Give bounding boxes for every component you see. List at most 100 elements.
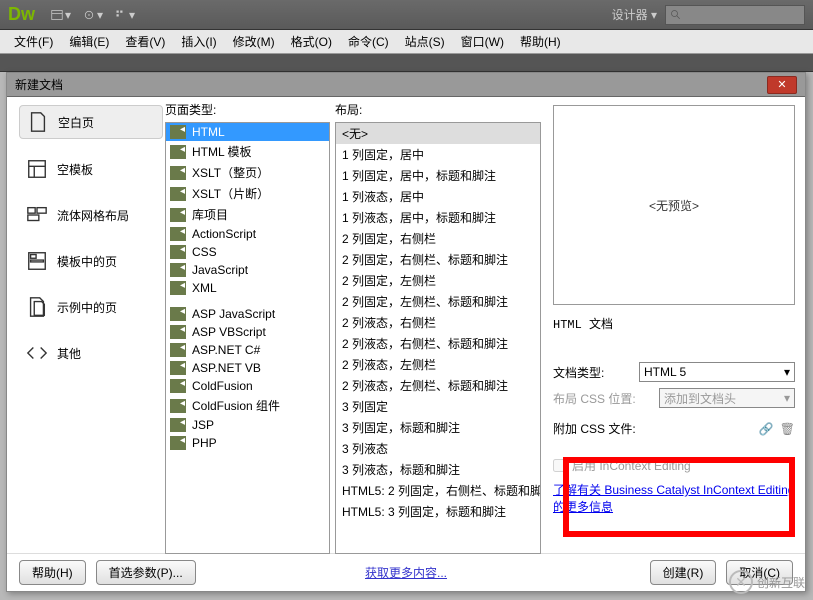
layout-icon[interactable]: ▾ — [51, 5, 71, 25]
layout-item[interactable]: HTML5: 3 列固定，标题和脚注 — [336, 501, 540, 522]
attach-css-row: 附加 CSS 文件: 🔗 🗑 — [553, 420, 795, 437]
filetype-icon — [170, 145, 186, 159]
layout-item[interactable]: 2 列固定，左侧栏、标题和脚注 — [336, 291, 540, 312]
page-type-item[interactable]: ColdFusion 组件 — [166, 395, 329, 416]
no-preview-text: <无预览> — [649, 197, 699, 214]
page-type-item[interactable]: ASP.NET VB — [166, 359, 329, 377]
layout-item[interactable]: 1 列固定，居中，标题和脚注 — [336, 165, 540, 186]
create-button[interactable]: 创建(R) — [650, 560, 717, 585]
dialog-title: 新建文档 — [15, 76, 63, 93]
layout-item[interactable]: 3 列固定，标题和脚注 — [336, 417, 540, 438]
menu-site[interactable]: 站点(S) — [397, 33, 453, 50]
doctype-label: 文档类型: — [553, 364, 633, 381]
page-type-item[interactable]: HTML — [166, 123, 329, 141]
sample-page-icon — [25, 295, 49, 319]
layout-css-label: 布局 CSS 位置: — [553, 390, 653, 407]
layout-item[interactable]: HTML5: 2 列固定，右侧栏、标题和脚注 — [336, 480, 540, 501]
extensions-icon[interactable]: ▾ — [83, 5, 103, 25]
page-type-item[interactable]: XSLT（片断） — [166, 183, 329, 204]
filetype-icon — [170, 125, 186, 139]
html-doc-label: HTML 文档 — [553, 315, 795, 332]
layout-item[interactable]: 2 列液态，右侧栏、标题和脚注 — [336, 333, 540, 354]
incontext-label: 启用 InContext Editing — [572, 457, 691, 474]
filetype-icon — [170, 187, 186, 201]
incontext-link[interactable]: 了解有关 Business Catalyst InContext Editing… — [553, 482, 795, 516]
menu-help[interactable]: 帮助(H) — [512, 33, 569, 50]
page-type-item[interactable]: 库项目 — [166, 204, 329, 225]
new-document-dialog: 新建文档 ✕ 空白页 空模板 流体网格布局 模板中的页 示例中的页 — [6, 72, 806, 592]
page-type-item[interactable]: XSLT（整页） — [166, 162, 329, 183]
layout-item[interactable]: 2 列固定，左侧栏 — [336, 270, 540, 291]
workspace-switcher[interactable]: 设计器 ▾ — [612, 6, 657, 23]
layout-item[interactable]: 3 列液态，标题和脚注 — [336, 459, 540, 480]
layout-item[interactable]: 2 列固定，右侧栏、标题和脚注 — [336, 249, 540, 270]
menu-commands[interactable]: 命令(C) — [340, 33, 397, 50]
prefs-button[interactable]: 首选参数(P)... — [96, 560, 196, 585]
layout-item[interactable]: 2 列液态，左侧栏 — [336, 354, 540, 375]
page-type-item[interactable]: JavaScript — [166, 261, 329, 279]
category-blank-template[interactable]: 空模板 — [19, 153, 163, 185]
preview-box: <无预览> — [553, 105, 795, 305]
layout-item[interactable]: <无> — [336, 123, 540, 144]
category-blank-page[interactable]: 空白页 — [19, 105, 163, 139]
page-type-item[interactable]: XML — [166, 279, 329, 297]
workspace-background — [0, 54, 813, 72]
menu-insert[interactable]: 插入(I) — [173, 33, 224, 50]
category-pane: 空白页 空模板 流体网格布局 模板中的页 示例中的页 其他 — [7, 97, 163, 553]
page-type-item[interactable]: ActionScript — [166, 225, 329, 243]
help-button[interactable]: 帮助(H) — [19, 560, 86, 585]
category-other[interactable]: 其他 — [19, 337, 163, 369]
page-type-item[interactable]: PHP — [166, 434, 329, 452]
incontext-checkbox — [553, 459, 566, 472]
code-icon — [25, 341, 49, 365]
watermark: ✕ 创新互联 — [729, 570, 805, 594]
filetype-icon — [170, 208, 186, 222]
doctype-select[interactable]: HTML 5▾ — [639, 362, 795, 382]
page-type-item[interactable]: HTML 模板 — [166, 141, 329, 162]
menu-window[interactable]: 窗口(W) — [453, 33, 512, 50]
watermark-icon: ✕ — [729, 570, 753, 594]
delete-css-icon[interactable]: 🗑 — [780, 422, 795, 436]
filetype-icon — [170, 361, 186, 375]
menu-edit[interactable]: 编辑(E) — [61, 33, 117, 50]
page-type-item[interactable]: ColdFusion — [166, 377, 329, 395]
category-template-page[interactable]: 模板中的页 — [19, 245, 163, 277]
layout-list[interactable]: <无>1 列固定，居中1 列固定，居中，标题和脚注1 列液态，居中1 列液态，居… — [335, 122, 541, 554]
layout-item[interactable]: 2 列固定，右侧栏 — [336, 228, 540, 249]
dialog-header: 新建文档 ✕ — [7, 73, 805, 97]
layout-item[interactable]: 1 列液态，居中，标题和脚注 — [336, 207, 540, 228]
menu-modify[interactable]: 修改(M) — [225, 33, 283, 50]
filetype-icon — [170, 343, 186, 357]
layout-item[interactable]: 3 列固定 — [336, 396, 540, 417]
page-type-list[interactable]: HTMLHTML 模板XSLT（整页）XSLT（片断）库项目ActionScri… — [165, 122, 330, 554]
layout-css-select: 添加到文档头▾ — [659, 388, 795, 408]
site-icon[interactable]: ▾ — [115, 5, 135, 25]
menu-view[interactable]: 查看(V) — [117, 33, 173, 50]
search-input[interactable] — [665, 5, 805, 25]
filetype-icon — [170, 418, 186, 432]
template-icon — [25, 157, 49, 181]
link-css-icon[interactable]: 🔗 — [759, 422, 774, 436]
menu-file[interactable]: 文件(F) — [6, 33, 61, 50]
page-type-label: 页面类型: — [165, 101, 330, 118]
layout-item[interactable]: 1 列液态，居中 — [336, 186, 540, 207]
page-type-item[interactable]: CSS — [166, 243, 329, 261]
layout-css-row: 布局 CSS 位置: 添加到文档头▾ — [553, 388, 795, 408]
get-more-link[interactable]: 获取更多内容... — [365, 564, 447, 581]
attach-css-label: 附加 CSS 文件: — [553, 420, 753, 437]
layout-item[interactable]: 2 列液态，左侧栏、标题和脚注 — [336, 375, 540, 396]
category-fluid-grid[interactable]: 流体网格布局 — [19, 199, 163, 231]
layout-item[interactable]: 2 列液态，右侧栏 — [336, 312, 540, 333]
category-sample-page[interactable]: 示例中的页 — [19, 291, 163, 323]
close-button[interactable]: ✕ — [767, 76, 797, 94]
layout-item[interactable]: 3 列液态 — [336, 438, 540, 459]
right-pane: <无预览> HTML 文档 文档类型: HTML 5▾ 布局 CSS 位置: 添… — [543, 97, 805, 553]
layout-item[interactable]: 1 列固定，居中 — [336, 144, 540, 165]
page-type-item[interactable]: ASP.NET C# — [166, 341, 329, 359]
page-type-item[interactable]: JSP — [166, 416, 329, 434]
page-type-item[interactable]: ASP VBScript — [166, 323, 329, 341]
menu-format[interactable]: 格式(O) — [283, 33, 340, 50]
app-titlebar: Dw ▾ ▾ ▾ 设计器 ▾ — [0, 0, 813, 30]
menubar: 文件(F) 编辑(E) 查看(V) 插入(I) 修改(M) 格式(O) 命令(C… — [0, 30, 813, 54]
page-type-item[interactable]: ASP JavaScript — [166, 305, 329, 323]
